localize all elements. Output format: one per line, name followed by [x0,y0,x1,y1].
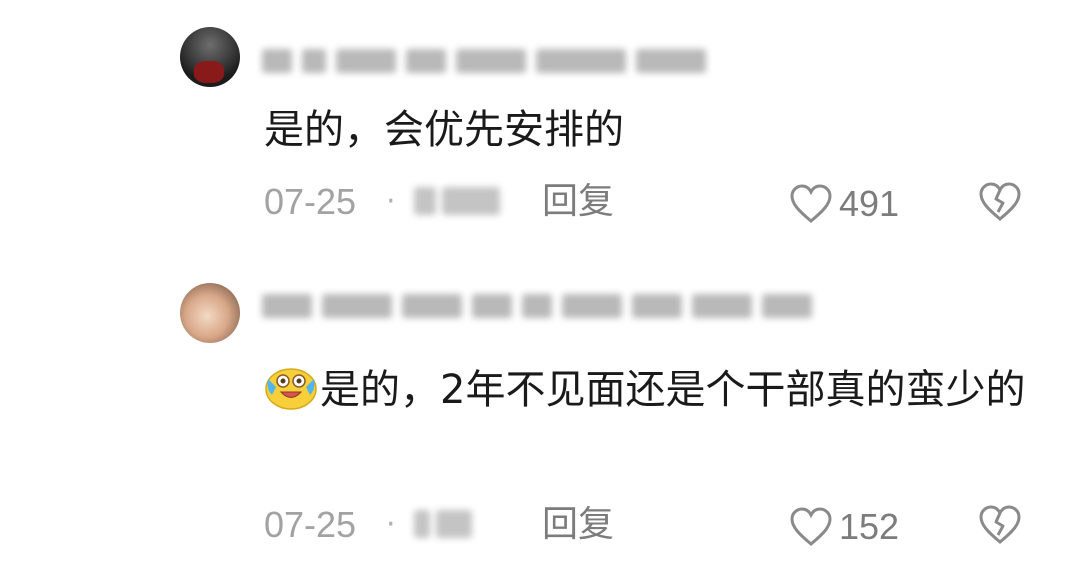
crying-laughing-emoji [265,368,317,410]
user-avatar-icon[interactable] [180,283,240,343]
location-blurred [414,510,472,540]
comment-text-content: 是的，2年不见面还是个干部真的蛮少的 [320,367,1026,413]
comment-item: 是的，2年不见面还是个干部真的蛮少的 07-25 · 回复 152 [0,0,1080,563]
like-button[interactable]: 152 [789,504,899,550]
separator-dot: · [386,507,396,542]
heart-outline-icon [790,507,832,546]
comment-date: 07-25 [264,504,357,545]
username-blurred[interactable] [262,292,812,320]
like-count: 152 [839,506,900,547]
comment-text: 是的，2年不见面还是个干部真的蛮少的 [264,358,1034,422]
dislike-button[interactable] [978,504,1022,550]
comment-meta: 07-25 · 回复 152 [264,502,1034,548]
broken-heart-icon [979,505,1021,544]
reply-button[interactable]: 回复 [542,502,614,548]
